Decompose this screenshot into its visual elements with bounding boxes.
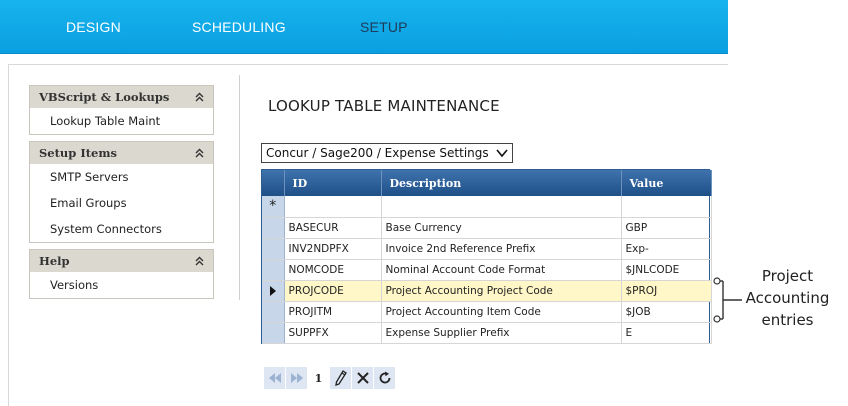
cell-id[interactable]: INV2NDPFX: [284, 238, 382, 260]
table-row[interactable]: PROJITM Project Accounting Item Code $JO…: [262, 301, 712, 323]
cell-description[interactable]: [381, 196, 622, 218]
table-row[interactable]: BASECUR Base Currency GBP: [262, 217, 712, 239]
sidebar: VBScript & Lookups Lookup Table Maint Se…: [29, 85, 214, 305]
table-row-current[interactable]: PROJCODE Project Accounting Project Code…: [262, 280, 712, 302]
sidebar-item-versions[interactable]: Versions: [30, 272, 213, 298]
prev-page-button[interactable]: [286, 367, 307, 389]
lookup-table-select-value: Concur / Sage200 / Expense Settings: [266, 146, 489, 160]
nav-design[interactable]: DESIGN: [66, 0, 121, 54]
cell-id[interactable]: BASECUR: [284, 217, 382, 239]
sidebar-group-header[interactable]: Help: [30, 250, 213, 272]
cell-description[interactable]: Expense Supplier Prefix: [381, 322, 622, 344]
cell-description[interactable]: Invoice 2nd Reference Prefix: [381, 238, 622, 260]
cell-id[interactable]: PROJCODE: [284, 280, 382, 302]
delete-button[interactable]: [352, 367, 373, 389]
sidebar-item-smtp-servers[interactable]: SMTP Servers: [30, 164, 213, 190]
row-selector[interactable]: [262, 217, 285, 239]
cell-value[interactable]: Exp-: [621, 238, 712, 260]
grid-pager: 1: [264, 367, 396, 389]
cell-id[interactable]: SUPPFX: [284, 322, 382, 344]
row-selector-header: [262, 170, 285, 196]
new-record-row[interactable]: *: [262, 196, 712, 218]
collapse-chevron-icon[interactable]: [195, 256, 204, 266]
callout-text: Project Accounting entries: [730, 265, 845, 331]
cell-value[interactable]: $JOB: [621, 301, 712, 323]
first-page-button[interactable]: [264, 367, 285, 389]
grid-header-row: ID Description Value: [262, 170, 712, 196]
table-row[interactable]: SUPPFX Expense Supplier Prefix E: [262, 322, 712, 344]
new-row-marker: *: [262, 196, 285, 218]
group-title: Help: [39, 254, 70, 268]
group-title: VBScript & Lookups: [39, 90, 170, 104]
nav-setup[interactable]: SETUP: [360, 0, 408, 54]
column-header-description[interactable]: Description: [381, 170, 622, 196]
lookup-grid: ID Description Value * BASECUR Base Curr…: [261, 169, 712, 344]
callout-line: Accounting: [745, 289, 830, 307]
sidebar-group-header[interactable]: VBScript & Lookups: [30, 86, 213, 108]
column-header-value[interactable]: Value: [621, 170, 712, 196]
sidebar-item-system-connectors[interactable]: System Connectors: [30, 216, 213, 242]
current-row-arrow-icon: [269, 285, 276, 296]
refresh-icon: [379, 371, 390, 384]
cell-description[interactable]: Base Currency: [381, 217, 622, 239]
sidebar-group-header[interactable]: Setup Items: [30, 142, 213, 164]
lookup-table-select[interactable]: Concur / Sage200 / Expense Settings: [261, 143, 513, 163]
sidebar-item-lookup-table-maint[interactable]: Lookup Table Maint: [30, 108, 213, 134]
prev-page-icon: [290, 373, 303, 383]
page-title: LOOKUP TABLE MAINTENANCE: [268, 97, 500, 115]
sidebar-group-setup-items: Setup Items SMTP Servers Email Groups Sy…: [29, 141, 214, 243]
sidebar-item-email-groups[interactable]: Email Groups: [30, 190, 213, 216]
edit-button[interactable]: [330, 367, 351, 389]
top-nav: DESIGN SCHEDULING SETUP: [0, 0, 728, 54]
cell-id[interactable]: PROJITM: [284, 301, 382, 323]
delete-icon: [356, 372, 369, 384]
sidebar-divider: [239, 75, 240, 300]
cell-id[interactable]: [284, 196, 382, 218]
cell-value[interactable]: $JNLCODE: [621, 259, 712, 281]
page-number-button[interactable]: 1: [308, 367, 329, 389]
row-selector[interactable]: [262, 280, 285, 302]
cell-value[interactable]: GBP: [621, 217, 712, 239]
refresh-button[interactable]: [374, 367, 395, 389]
cell-description[interactable]: Project Accounting Item Code: [381, 301, 622, 323]
row-selector[interactable]: [262, 238, 285, 260]
cell-id[interactable]: NOMCODE: [284, 259, 382, 281]
first-page-icon: [268, 373, 281, 383]
cell-value[interactable]: $PROJ: [621, 280, 712, 302]
row-selector[interactable]: [262, 301, 285, 323]
cell-value[interactable]: [621, 196, 712, 218]
row-selector[interactable]: [262, 322, 285, 344]
table-row[interactable]: NOMCODE Nominal Account Code Format $JNL…: [262, 259, 712, 281]
nav-scheduling[interactable]: SCHEDULING: [192, 0, 286, 54]
edit-icon: [334, 370, 347, 386]
column-header-id[interactable]: ID: [284, 170, 382, 196]
row-selector[interactable]: [262, 259, 285, 281]
cell-description[interactable]: Project Accounting Project Code: [381, 280, 622, 302]
callout-line: Project: [761, 267, 814, 285]
chevron-down-icon: [496, 149, 508, 158]
table-row[interactable]: INV2NDPFX Invoice 2nd Reference Prefix E…: [262, 238, 712, 260]
collapse-chevron-icon[interactable]: [195, 148, 204, 158]
sidebar-group-help: Help Versions: [29, 249, 214, 299]
sidebar-group-vbscript: VBScript & Lookups Lookup Table Maint: [29, 85, 214, 135]
callout-line: entries: [761, 311, 814, 329]
collapse-chevron-icon[interactable]: [195, 92, 204, 102]
group-title: Setup Items: [39, 146, 117, 160]
cell-value[interactable]: E: [621, 322, 712, 344]
cell-description[interactable]: Nominal Account Code Format: [381, 259, 622, 281]
